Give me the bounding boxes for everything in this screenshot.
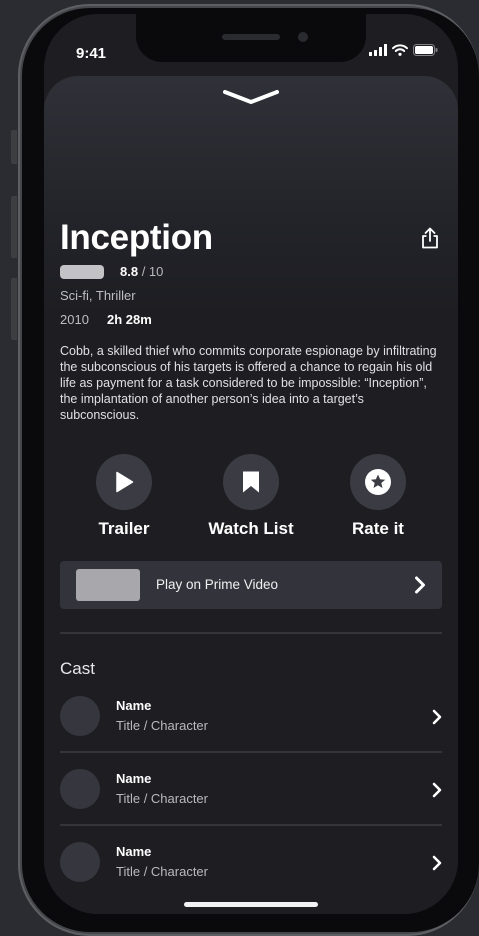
device-action-button	[11, 130, 17, 164]
chevron-right-icon	[432, 855, 442, 871]
trailer-circle[interactable]	[96, 454, 152, 510]
cast-role: Title / Character	[116, 864, 208, 879]
genres: Sci-fi, Thriller	[60, 288, 136, 303]
release-year: 2010	[60, 312, 89, 327]
star-icon	[365, 469, 391, 495]
play-on-prime-video-button[interactable]: Play on Prime Video	[60, 561, 442, 609]
cast-list-item[interactable]: Name Title / Character	[60, 842, 442, 902]
status-time: 9:41	[76, 45, 107, 62]
synopsis: Cobb, a skilled thief who commits corpor…	[60, 344, 437, 422]
row-divider	[60, 751, 442, 753]
notch	[136, 14, 366, 62]
front-camera	[298, 32, 308, 42]
row-divider	[60, 824, 442, 826]
phone-screen: 9:41 Inception 8.8 / 10 Sci-fi, Thriller…	[44, 14, 458, 914]
rate-it-circle[interactable]	[350, 454, 406, 510]
speaker-grille	[222, 34, 280, 40]
watch-list-label: Watch List	[208, 519, 294, 538]
prime-video-logo	[76, 569, 140, 601]
cast-avatar	[60, 769, 100, 809]
rating-source-logo	[60, 265, 104, 279]
movie-title: Inception	[60, 218, 213, 257]
battery-icon	[413, 44, 438, 56]
cast-avatar	[60, 696, 100, 736]
home-indicator[interactable]	[184, 902, 318, 907]
watch-list-circle[interactable]	[223, 454, 279, 510]
cast-name: Name	[116, 771, 152, 786]
cast-list-item[interactable]: Name Title / Character	[60, 769, 442, 829]
rate-it-label: Rate it	[352, 519, 404, 538]
device-volume-down-button	[11, 278, 17, 340]
play-on-prime-video-label: Play on Prime Video	[156, 577, 279, 592]
wifi-icon	[392, 44, 408, 56]
cast-role: Title / Character	[116, 791, 208, 806]
device-stage: 9:41 Inception 8.8 / 10 Sci-fi, Thriller…	[0, 0, 479, 936]
cast-role: Title / Character	[116, 718, 208, 733]
share-icon[interactable]	[421, 227, 439, 249]
runtime: 2h 28m	[107, 312, 152, 327]
trailer-label: Trailer	[98, 519, 150, 538]
dismiss-chevron-icon[interactable]	[222, 88, 280, 108]
cast-name: Name	[116, 844, 152, 859]
rating-value: 8.8	[120, 264, 139, 279]
rating: 8.8 / 10	[120, 264, 163, 279]
chevron-right-icon	[415, 576, 425, 594]
cast-heading: Cast	[60, 659, 95, 678]
section-divider	[60, 632, 442, 634]
trailer-button[interactable]: Trailer	[64, 454, 184, 539]
watch-list-button[interactable]: Watch List	[191, 454, 311, 539]
bookmark-icon	[243, 471, 259, 493]
status-icons	[369, 44, 438, 56]
device-volume-up-button	[11, 196, 17, 258]
chevron-right-icon	[432, 709, 442, 725]
signal-icon	[369, 44, 387, 56]
chevron-right-icon	[432, 782, 442, 798]
cast-avatar	[60, 842, 100, 882]
cast-list-item[interactable]: Name Title / Character	[60, 696, 442, 756]
cast-name: Name	[116, 698, 152, 713]
rate-it-button[interactable]: Rate it	[318, 454, 438, 539]
rating-max: / 10	[141, 264, 164, 279]
play-icon	[116, 471, 134, 493]
